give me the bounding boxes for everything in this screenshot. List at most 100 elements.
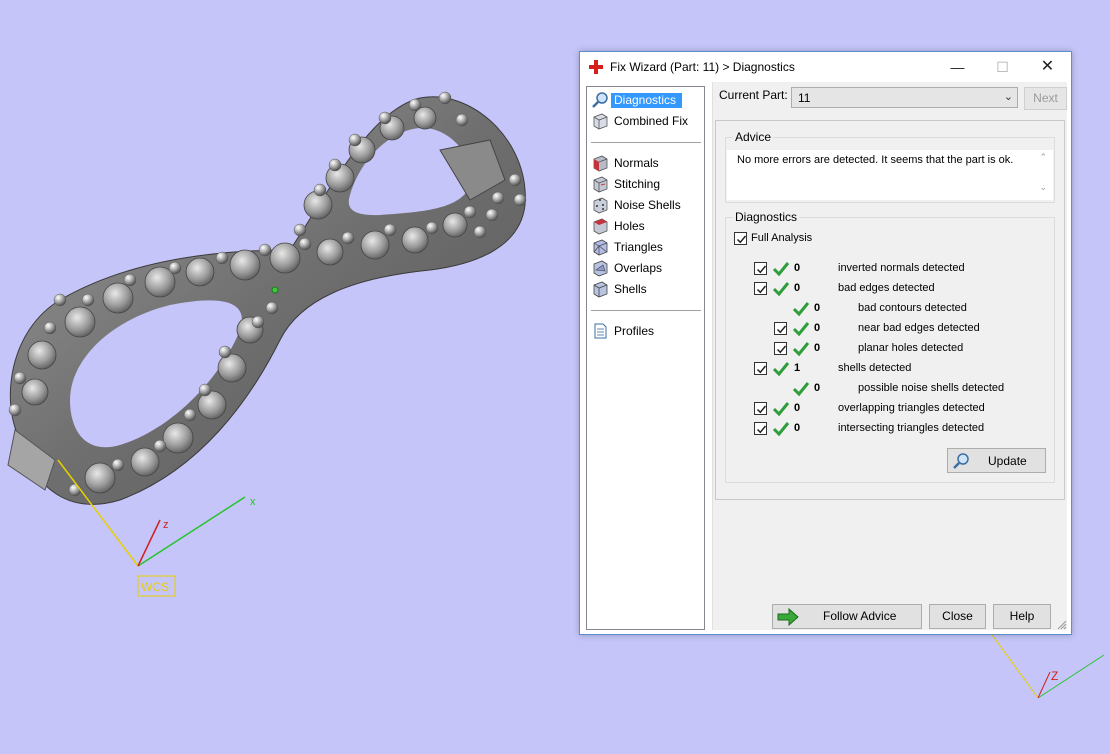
sidebar-item-label: Normals: [614, 156, 659, 170]
sidebar-item-holes[interactable]: Holes: [590, 216, 701, 236]
sidebar-item-label: Noise Shells: [614, 198, 681, 212]
diagnostic-checkbox[interactable]: [754, 282, 767, 295]
diagnostic-count: 1: [794, 362, 801, 374]
diagnostic-label: intersecting triangles detected: [838, 422, 985, 434]
sidebar-item-profiles[interactable]: Profiles: [590, 321, 701, 341]
resize-grip-icon[interactable]: [1057, 620, 1067, 630]
diagnostic-row: 0 near bad edges detected: [726, 320, 1046, 338]
title-bar[interactable]: Fix Wizard (Part: 11) > Diagnostics — ☐ …: [580, 52, 1071, 82]
bead-stone: [198, 383, 212, 397]
cone-stone: [102, 282, 134, 314]
cone-stone: [401, 226, 429, 254]
follow-advice-button[interactable]: Follow Advice: [772, 604, 922, 629]
advice-group: Advice No more errors are detected. It s…: [725, 130, 1055, 203]
sidebar-item-stitching[interactable]: Stitching: [590, 174, 701, 194]
sidebar-item-overlaps[interactable]: Overlaps: [590, 258, 701, 278]
cone-stone: [130, 447, 160, 477]
full-analysis-checkbox[interactable]: [734, 232, 747, 245]
scroll-down-icon[interactable]: ⌄: [1039, 182, 1047, 193]
diagnostic-count: 0: [814, 342, 821, 354]
cone-stone: [162, 422, 194, 454]
next-button[interactable]: Next: [1024, 87, 1067, 110]
cone-stone: [217, 353, 247, 383]
update-button[interactable]: Update: [947, 448, 1046, 473]
diagnostic-label: bad edges detected: [838, 282, 935, 294]
diagnostics-group: Diagnostics Full Analysis 0 inverted norm…: [725, 210, 1055, 483]
bead-stone: [313, 183, 327, 197]
diagnostic-checkbox[interactable]: [754, 362, 767, 375]
cone-stone: [360, 230, 390, 260]
diagnostic-count: 0: [814, 302, 821, 314]
current-part-select[interactable]: 11 ⌄: [791, 87, 1018, 108]
green-check-icon: [772, 402, 790, 417]
sidebar-item-combined-fix[interactable]: Combined Fix: [590, 111, 701, 131]
close-button[interactable]: Close: [929, 604, 986, 629]
bead-stone: [378, 111, 392, 125]
bead-stone: [425, 221, 439, 235]
bead-stone: [383, 223, 397, 237]
diagnostic-checkbox[interactable]: [774, 322, 787, 335]
overlaps-icon: [593, 260, 608, 277]
diagnostic-count: 0: [814, 322, 821, 334]
sidebar-item-shells[interactable]: Shells: [590, 279, 701, 299]
diagnostic-checkbox[interactable]: [754, 262, 767, 275]
cube-stitch-icon: [593, 176, 608, 193]
bead-stone: [218, 345, 232, 359]
sidebar-item-diagnostics[interactable]: Diagnostics: [590, 90, 701, 110]
scroll-up-icon[interactable]: ⌃: [1039, 152, 1047, 163]
sidebar-item-label: Triangles: [614, 240, 663, 254]
diagnostics-container: Advice No more errors are detected. It s…: [715, 120, 1065, 500]
diagnostic-count: 0: [794, 402, 801, 414]
diagnostic-count: 0: [794, 282, 801, 294]
sidebar-item-normals[interactable]: Normals: [590, 153, 701, 173]
cone-stone: [84, 462, 116, 494]
bead-stone: [348, 133, 362, 147]
sidebar-item-noise-shells[interactable]: Noise Shells: [590, 195, 701, 215]
minimize-button[interactable]: —: [935, 52, 980, 82]
infinity-ring-model[interactable]: [7, 91, 527, 505]
bead-stone: [153, 439, 167, 453]
full-analysis-label: Full Analysis: [751, 232, 813, 244]
diagnostic-row: 0 bad contours detected: [726, 300, 1046, 318]
axis-x-label: x: [250, 496, 256, 508]
cone-stone: [269, 242, 301, 274]
green-check-icon: [792, 382, 810, 397]
diagnostic-row: 0 possible noise shells detected: [726, 380, 1046, 398]
diagnostic-count: 0: [814, 382, 821, 394]
diagnostic-row: 0 planar holes detected: [726, 340, 1046, 358]
sidebar-item-label: Shells: [614, 282, 647, 296]
bead-stone: [111, 458, 125, 472]
bead-stone: [251, 315, 265, 329]
advice-text: No more errors are detected. It seems th…: [737, 154, 1014, 166]
bead-stone: [215, 251, 229, 265]
axis-z2-label: Z: [1051, 669, 1058, 683]
cone-stone: [185, 257, 215, 287]
close-window-button[interactable]: ✕: [1025, 52, 1070, 82]
advice-textbox[interactable]: No more errors are detected. It seems th…: [727, 150, 1053, 200]
magnifier-icon: [592, 92, 608, 108]
bead-stone: [258, 243, 272, 257]
diagnostic-row: 0 bad edges detected: [726, 280, 1046, 298]
diagnostic-checkbox[interactable]: [754, 422, 767, 435]
cube-red-icon: [593, 155, 608, 172]
bead-stone: [293, 223, 307, 237]
maximize-button[interactable]: ☐: [980, 52, 1025, 82]
cube-hole-icon: [593, 218, 608, 235]
bead-stone: [463, 205, 477, 219]
help-button[interactable]: Help: [993, 604, 1051, 629]
arrow-right-icon: [777, 607, 799, 627]
bead-stone: [408, 98, 422, 112]
green-check-icon: [792, 322, 810, 337]
diagnostic-label: overlapping triangles detected: [838, 402, 985, 414]
bead-stone: [491, 191, 505, 205]
diagnostic-row: 0 inverted normals detected: [726, 260, 1046, 278]
bead-stone: [81, 293, 95, 307]
bead-stone: [13, 371, 27, 385]
magnifier-icon: [953, 453, 969, 469]
diagnostic-checkbox[interactable]: [774, 342, 787, 355]
sidebar-item-triangles[interactable]: Triangles: [590, 237, 701, 257]
sidebar-divider: [591, 142, 701, 143]
bead-stone: [485, 208, 499, 222]
diagnostic-checkbox[interactable]: [754, 402, 767, 415]
green-check-icon: [772, 422, 790, 437]
